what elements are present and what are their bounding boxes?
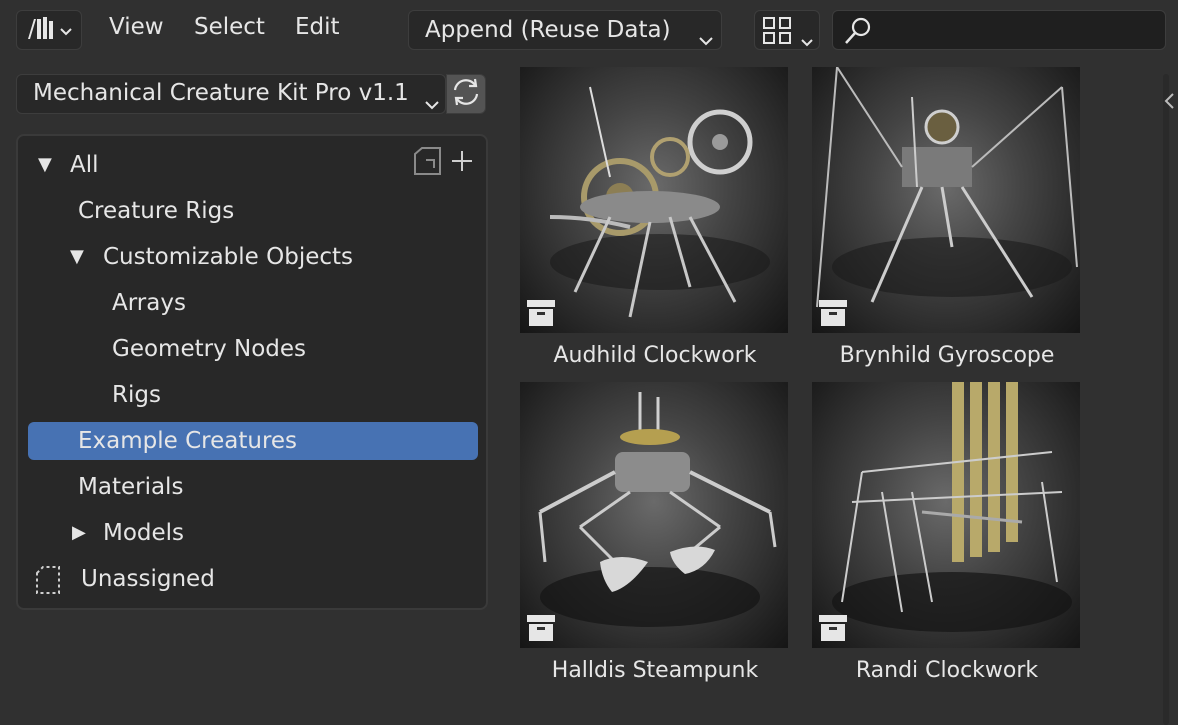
catalog-item-example-creatures[interactable]: Example Creatures [28,422,478,460]
display-mode-button[interactable] [754,10,820,50]
vertical-scrollbar[interactable] [1163,74,1169,725]
sidebar-toggle[interactable] [1161,88,1178,114]
asset-name: Halldis Steampunk [551,658,759,683]
grid-view-icon [763,17,795,51]
collapsed-triangle-icon[interactable]: ▶ [72,514,86,552]
asset-name: Brynhild Gyroscope [839,343,1055,368]
catalog-item-label: Arrays [112,290,186,316]
expanded-triangle-icon[interactable]: ▼ [70,238,84,276]
asset-library-dropdown[interactable]: Mechanical Creature Kit Pro v1.1 [16,74,446,114]
chevron-down-icon [801,27,813,53]
catalog-item-arrays[interactable]: Arrays [28,284,478,322]
menu-select[interactable]: Select [194,14,265,40]
catalog-item-label: Example Creatures [78,428,298,454]
catalog-item-label: Creature Rigs [78,198,235,224]
search-icon [843,16,873,50]
asset-thumbnail [520,67,788,333]
catalog-item-customizable-objects[interactable]: ▼ Customizable Objects [28,238,478,276]
asset-thumbnail [520,382,788,648]
search-input[interactable] [881,15,1155,47]
catalog-item-label: All [70,152,99,178]
asset-thumbnail [812,382,1080,648]
asset-thumbnail [812,67,1080,333]
catalog-tree-panel: ▼ All Creature Rigs ▼ Customizable Objec… [16,134,488,610]
asset-archive-icon [818,614,848,642]
chevron-down-icon [60,21,72,40]
add-catalog-icon[interactable] [450,149,474,177]
import-method-label: Append (Reuse Data) [425,17,671,43]
catalog-item-label: Geometry Nodes [112,336,307,362]
catalog-item-rigs[interactable]: Rigs [28,376,478,414]
unassigned-catalog-icon [34,565,62,607]
catalog-item-models[interactable]: ▶ Models [28,514,478,552]
chevron-down-icon [699,26,713,52]
expanded-triangle-icon: ▼ [38,154,52,175]
menu-edit[interactable]: Edit [295,14,340,40]
asset-browser-header: View Select Edit Append (Reuse Data) [0,0,1178,62]
editor-type-button[interactable] [16,10,82,50]
asset-name: Audhild Clockwork [553,343,757,368]
asset-archive-icon [526,299,556,327]
menu-view[interactable]: View [109,14,164,40]
search-field[interactable] [832,10,1166,50]
catalog-item-label: Models [103,520,185,546]
new-catalog-icon[interactable] [412,146,446,180]
catalog-item-label: Rigs [112,382,161,408]
catalog-item-unassigned[interactable]: Unassigned [28,560,478,598]
asset-browser-icon [26,15,56,45]
catalog-item-label: Materials [78,474,184,500]
asset-archive-icon [818,299,848,327]
catalog-item-label: Unassigned [81,566,215,592]
refresh-library-button[interactable] [446,74,486,114]
asset-archive-icon [526,614,556,642]
catalog-item-materials[interactable]: Materials [28,468,478,506]
refresh-icon [450,76,482,112]
catalog-actions [412,146,474,180]
asset-library-label: Mechanical Creature Kit Pro v1.1 [33,80,409,106]
asset-name: Randi Clockwork [855,658,1039,683]
import-method-dropdown[interactable]: Append (Reuse Data) [408,10,722,50]
chevron-down-icon [425,90,439,116]
catalog-item-label: Customizable Objects [103,244,354,270]
chevron-left-icon [1161,93,1178,118]
catalog-item-all[interactable]: ▼ All [28,146,478,184]
catalog-item-creature-rigs[interactable]: Creature Rigs [28,192,478,230]
catalog-item-geometry-nodes[interactable]: Geometry Nodes [28,330,478,368]
